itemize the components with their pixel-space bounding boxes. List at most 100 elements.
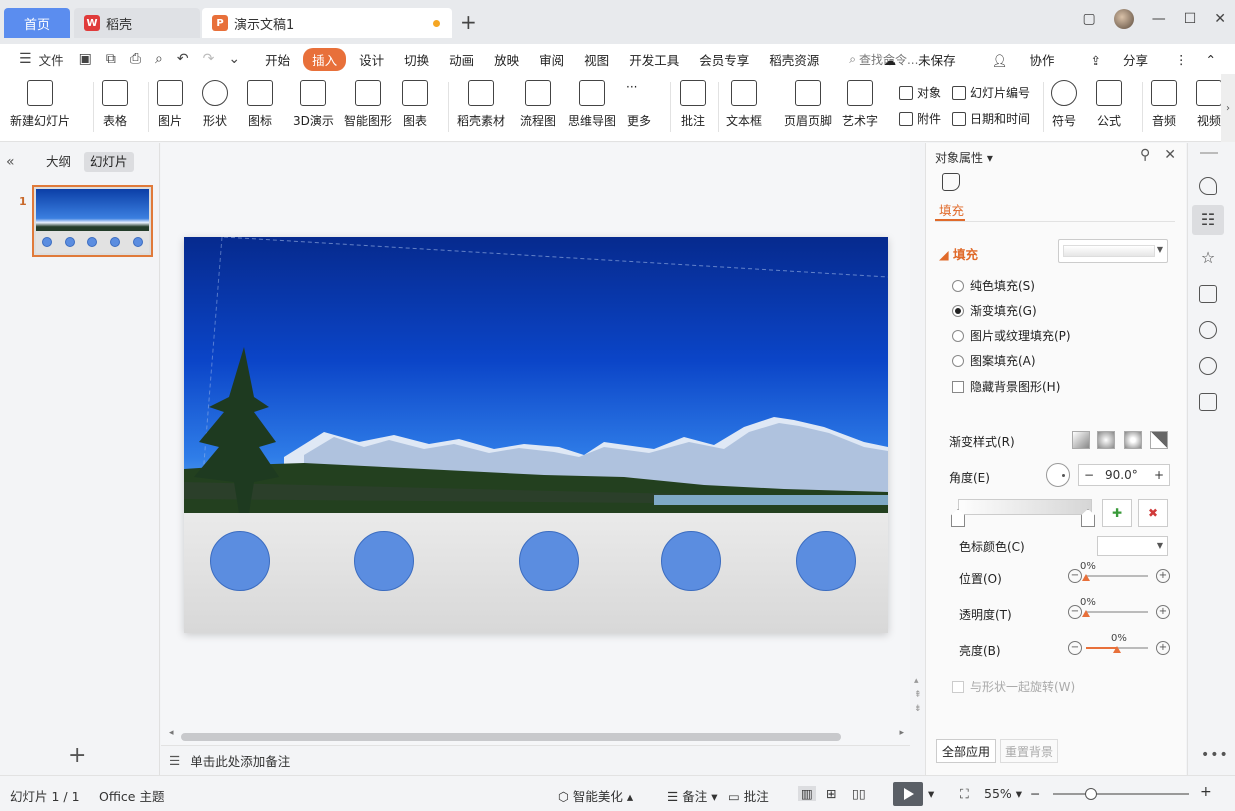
wordart-button[interactable]: 艺术字 [842, 80, 878, 129]
slide-thumbnail[interactable] [32, 185, 153, 257]
table-button[interactable]: 表格 [102, 80, 128, 129]
normal-view-icon[interactable]: ▥ [798, 786, 816, 801]
fill-option-2[interactable]: 图片或纹理填充(P) [952, 327, 1071, 344]
add-slide-button[interactable]: + [68, 743, 86, 768]
menu-tab-5[interactable]: 放映 [494, 50, 519, 69]
minus-icon[interactable]: − [1068, 641, 1082, 655]
menu-tab-7[interactable]: 视图 [584, 50, 609, 69]
circle-shape[interactable] [210, 531, 270, 591]
collapse-ribbon-icon[interactable]: ⌃ [1206, 52, 1216, 67]
zoom-slider[interactable] [1053, 793, 1189, 795]
position-slider[interactable]: − 0% + [1068, 561, 1170, 587]
symbol-button[interactable]: 符号 [1051, 80, 1077, 129]
minimize-button[interactable]: — [1152, 11, 1166, 27]
tab-outline[interactable]: 大纲 [40, 152, 77, 172]
decrease-button[interactable]: − [1079, 468, 1099, 482]
scroll-right-icon[interactable]: ▸ [899, 728, 904, 738]
tab-fill[interactable]: 填充 [939, 200, 964, 219]
notes-toggle-button[interactable]: ☰ 备注 ▾ [667, 786, 717, 805]
chart-button[interactable]: 图表 [402, 80, 428, 129]
daoke-material-button[interactable]: 稻壳素材 [457, 80, 505, 129]
menu-tab-8[interactable]: 开发工具 [629, 50, 679, 69]
gradient-style-linear[interactable] [1072, 431, 1090, 449]
datetime-button[interactable]: 日期和时间 [952, 110, 1030, 127]
increase-button[interactable]: + [1149, 468, 1169, 482]
3d-button[interactable]: 3D演示 [293, 80, 334, 129]
fill-option-1[interactable]: 渐变填充(G) [952, 302, 1037, 319]
slides-transition-icon[interactable] [1199, 285, 1217, 303]
preview-icon[interactable]: ⌕ [155, 51, 163, 67]
circle-shape[interactable] [796, 531, 856, 591]
apply-all-button[interactable]: 全部应用 [936, 739, 996, 763]
more-icon[interactable]: ⋮ [1175, 52, 1188, 67]
hamburger-icon[interactable]: ☰ [19, 51, 32, 67]
gradient-bar[interactable] [958, 499, 1092, 515]
maximize-button[interactable]: ☐ [1184, 11, 1197, 27]
remove-stop-button[interactable]: ✖ [1138, 499, 1168, 527]
slider-thumb[interactable] [1082, 574, 1090, 581]
star-icon[interactable]: ☆ [1199, 249, 1217, 267]
help-icon[interactable] [1199, 321, 1217, 339]
slide-number-button[interactable]: 幻灯片编号 [952, 84, 1030, 101]
theme-name[interactable]: Office 主题 [99, 786, 164, 805]
tab-home[interactable]: 首页 [4, 8, 70, 38]
landscape-picture[interactable] [184, 237, 888, 513]
fill-option-0[interactable]: 纯色填充(S) [952, 277, 1035, 294]
add-stop-button[interactable]: ✚ [1102, 499, 1132, 527]
transparency-slider[interactable]: − 0% + [1068, 597, 1170, 623]
vertical-scroll-arrows[interactable]: ▴ ⇞ ⇟ [914, 674, 922, 716]
zoom-thumb[interactable] [1085, 788, 1098, 800]
properties-sliders-icon[interactable]: ☷ [1199, 211, 1217, 229]
tab-daoke[interactable]: W 稻壳 [74, 8, 200, 38]
shape-button[interactable]: 形状 [202, 80, 228, 129]
hide-bg-checkbox[interactable]: 隐藏背景图形(H) [952, 378, 1060, 395]
ribbon-scroll-right[interactable]: › [1221, 74, 1235, 142]
more-button[interactable]: ··· 更多 [626, 80, 652, 129]
share-button[interactable]: ⇪ 分享 [1082, 50, 1157, 69]
fit-window-icon[interactable]: ⛶ [960, 786, 969, 802]
zoom-in-button[interactable]: + [1200, 784, 1212, 800]
play-options-icon[interactable]: ▾ [928, 786, 934, 801]
attachment-button[interactable]: 附件 [899, 110, 941, 127]
video-button[interactable]: 视频 [1196, 80, 1222, 129]
avatar[interactable] [1113, 9, 1134, 29]
menu-tab-4[interactable]: 动画 [449, 50, 474, 69]
animation-icon[interactable] [1199, 357, 1217, 375]
export-icon[interactable]: ⧉ [106, 51, 116, 67]
comments-toggle-button[interactable]: ▭ 批注 [728, 786, 769, 805]
comment-button[interactable]: 批注 [680, 80, 706, 129]
textbox-button[interactable]: 文本框 [726, 80, 762, 129]
picture-button[interactable]: 图片 [157, 80, 183, 129]
menu-tab-9[interactable]: 会员专享 [699, 50, 749, 69]
paint-bucket-icon[interactable] [942, 173, 960, 191]
panel-title[interactable]: 对象属性 ▾ [935, 149, 993, 166]
reset-background-button[interactable]: 重置背景 [1000, 739, 1058, 763]
slide[interactable] [184, 237, 888, 633]
brightness-slider[interactable]: − 0% + [1068, 633, 1170, 659]
stop-color-select[interactable]: ▼ [1097, 536, 1168, 556]
menu-tab-2[interactable]: 设计 [359, 50, 384, 69]
collapse-panel-icon[interactable]: « [6, 154, 15, 170]
circle-shape[interactable] [354, 531, 414, 591]
reading-view-icon[interactable]: ▯▯ [852, 786, 866, 801]
rotate-with-shape-checkbox[interactable]: 与形状一起旋转(W) [952, 678, 1075, 695]
angle-stepper[interactable]: − 90.0° + [1078, 464, 1170, 486]
notes-bar[interactable]: ☰ 单击此处添加备注 [161, 745, 910, 775]
gradient-style-rect[interactable] [1124, 431, 1142, 449]
smart-graphic-button[interactable]: 智能图形 [344, 80, 392, 129]
flowchart-button[interactable]: 流程图 [520, 80, 556, 129]
circle-shape[interactable] [661, 531, 721, 591]
fill-option-3[interactable]: 图案填充(A) [952, 352, 1036, 369]
smart-beautify-button[interactable]: ⬡ 智能美化 ▴ [558, 786, 633, 805]
pin-icon[interactable]: ⚲ [1140, 147, 1150, 163]
scroll-thumb[interactable] [181, 733, 841, 741]
workspace-icon[interactable]: ▢ [1082, 11, 1095, 27]
scroll-left-icon[interactable]: ◂ [169, 728, 174, 738]
angle-dial[interactable] [1046, 463, 1070, 487]
redo-icon[interactable]: ↷ [203, 51, 215, 67]
mindmap-button[interactable]: 思维导图 [568, 80, 616, 129]
save-icon[interactable]: ▣ [79, 51, 92, 67]
close-window-button[interactable]: ✕ [1214, 11, 1226, 27]
slider-thumb[interactable] [1113, 646, 1121, 653]
menu-tab-10[interactable]: 稻壳资源 [769, 50, 819, 69]
